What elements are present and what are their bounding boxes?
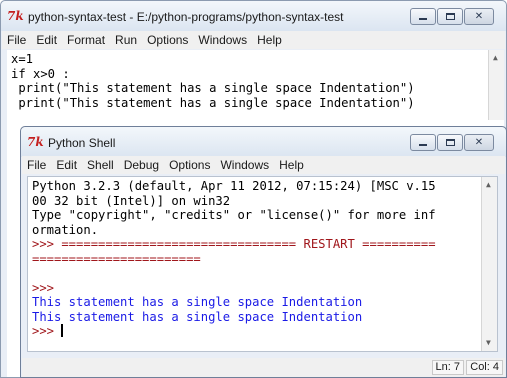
- menu-run[interactable]: Run: [110, 32, 142, 48]
- maximize-icon: [445, 139, 455, 146]
- shell-menubar: File Edit Shell Debug Options Windows He…: [22, 156, 505, 174]
- code-line: print("This statement has a single space…: [11, 81, 415, 95]
- code-line: print("This statement has a single space…: [11, 95, 415, 110]
- menu-format[interactable]: Format: [62, 32, 110, 48]
- banner-line: ormation.: [32, 222, 99, 237]
- menu-edit[interactable]: Edit: [31, 32, 62, 48]
- input-line[interactable]: >>>: [32, 324, 497, 339]
- close-icon: ✕: [474, 136, 484, 148]
- scroll-up-icon[interactable]: ▲: [486, 181, 491, 189]
- minimize-icon: [419, 144, 427, 146]
- shell-prompt: >>>: [32, 280, 55, 295]
- maximize-button[interactable]: [437, 134, 463, 151]
- close-button[interactable]: ✕: [464, 134, 494, 151]
- shell-text-area[interactable]: Python 3.2.3 (default, Apr 11 2012, 07:1…: [27, 176, 498, 352]
- scroll-up-icon[interactable]: ▲: [493, 54, 498, 62]
- banner-line: Type "copyright", "credits" or "license(…: [32, 208, 436, 222]
- banner-line: 00 32 bit (Intel)] on win32: [32, 193, 231, 208]
- menu-shell[interactable]: Shell: [82, 157, 119, 173]
- shell-statusbar: Ln: 7 Col: 4: [22, 358, 505, 377]
- close-button[interactable]: ✕: [464, 8, 494, 25]
- output-line: This statement has a single space Indent…: [32, 309, 363, 324]
- shell-scrollbar[interactable]: ▲ ▼: [481, 177, 497, 351]
- restart-line: >>> ================================ RES…: [32, 237, 436, 251]
- line-number-status: Ln: 7: [431, 360, 464, 375]
- menu-windows[interactable]: Windows: [193, 32, 252, 48]
- menu-help[interactable]: Help: [252, 32, 287, 48]
- banner-line: Python 3.2.3 (default, Apr 11 2012, 07:1…: [32, 179, 436, 193]
- shell-prompt: >>>: [32, 324, 55, 338]
- menu-edit[interactable]: Edit: [51, 157, 82, 173]
- maximize-icon: [445, 13, 455, 20]
- shell-title: Python Shell: [48, 136, 116, 150]
- shell-titlebar[interactable]: 7k Python Shell ✕: [21, 127, 506, 157]
- menu-options[interactable]: Options: [142, 32, 193, 48]
- close-icon: ✕: [474, 10, 484, 22]
- menu-file[interactable]: File: [22, 157, 51, 173]
- idle-app-icon: 7k: [7, 9, 24, 23]
- editor-scrollbar[interactable]: ▲: [488, 50, 504, 120]
- editor-menubar: File Edit Format Run Options Windows Hel…: [2, 31, 505, 49]
- editor-titlebar[interactable]: 7k python-syntax-test - E:/python-progra…: [1, 1, 506, 31]
- minimize-button[interactable]: [410, 134, 436, 151]
- shell-window-controls: ✕: [409, 134, 494, 151]
- scroll-down-icon[interactable]: ▼: [486, 339, 491, 347]
- column-number-status: Col: 4: [466, 360, 503, 375]
- menu-help[interactable]: Help: [274, 157, 309, 173]
- code-line: if x>0 :: [11, 66, 70, 81]
- menu-file[interactable]: File: [2, 32, 31, 48]
- minimize-button[interactable]: [410, 8, 436, 25]
- restart-line: =======================: [32, 251, 201, 266]
- output-line: This statement has a single space Indent…: [32, 295, 363, 309]
- menu-windows[interactable]: Windows: [215, 157, 274, 173]
- maximize-button[interactable]: [437, 8, 463, 25]
- menu-debug[interactable]: Debug: [119, 157, 164, 173]
- minimize-icon: [419, 18, 427, 20]
- menu-options[interactable]: Options: [164, 157, 215, 173]
- shell-window: 7k Python Shell ✕ File Edit Shell Debug …: [20, 126, 507, 378]
- idle-app-icon: 7k: [27, 135, 44, 149]
- code-line: x=1: [11, 52, 34, 66]
- editor-title: python-syntax-test - E:/python-programs/…: [28, 10, 344, 24]
- text-cursor: [61, 324, 64, 337]
- editor-window-controls: ✕: [409, 8, 494, 25]
